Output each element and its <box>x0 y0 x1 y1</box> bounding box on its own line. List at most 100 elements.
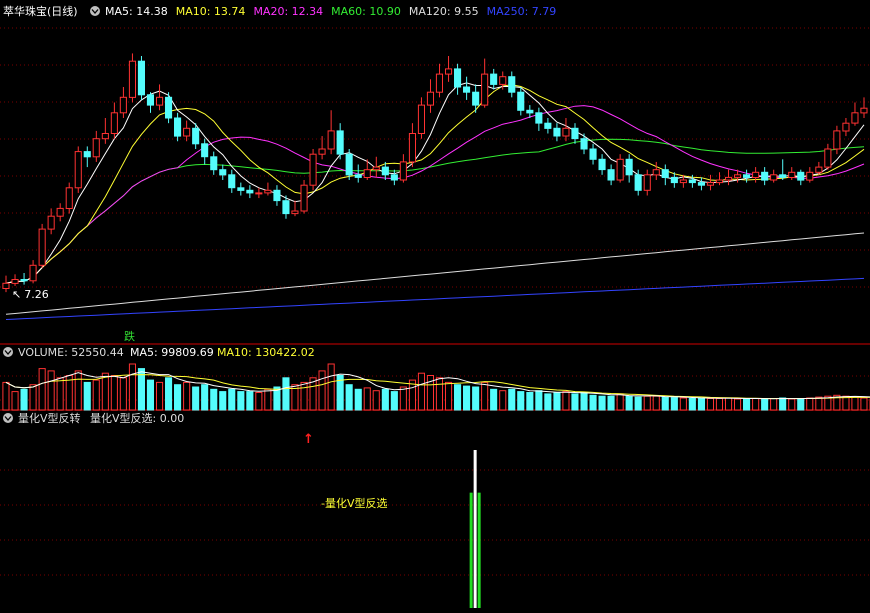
candle-body <box>381 166 389 176</box>
candle-body <box>652 169 660 176</box>
ma-legend-item: MA60: 10.90 <box>331 5 401 18</box>
signal-white-bar <box>473 450 477 608</box>
candle-body <box>463 86 471 93</box>
ma-legend-item: MA20: 12.34 <box>253 5 323 18</box>
volume-bar <box>435 377 443 411</box>
volume-bar <box>228 388 236 411</box>
candle-body <box>165 96 173 119</box>
volume-bar <box>372 390 380 411</box>
volume-bar <box>417 372 425 411</box>
volume-bar <box>725 397 733 411</box>
volume-bar <box>83 381 91 411</box>
volume-settings-icon[interactable] <box>3 347 13 357</box>
volume-bar <box>454 384 462 411</box>
candle-body <box>661 169 669 178</box>
volume-bar <box>192 386 200 411</box>
volume-bar <box>490 388 498 411</box>
candle-body <box>264 189 272 194</box>
candle-body <box>643 174 651 191</box>
candle-body <box>833 130 841 150</box>
candle-body <box>56 207 64 217</box>
volume-bar <box>562 391 570 411</box>
candle-body <box>842 122 850 132</box>
volume-bar <box>354 388 362 411</box>
candle-body <box>481 73 489 106</box>
main-settings-icon[interactable] <box>90 6 100 16</box>
candlesticks <box>2 53 868 293</box>
candle-body <box>399 161 407 181</box>
volume-bar <box>110 375 118 411</box>
volume-bars <box>2 363 870 411</box>
candle-body <box>670 176 678 184</box>
volume-bar <box>616 393 624 411</box>
candle-body <box>210 156 218 171</box>
indicator-value: 量化V型反选: 0.00 <box>90 411 184 425</box>
volume-bar <box>183 381 191 411</box>
volume-bar <box>842 395 850 411</box>
candle-body <box>363 169 371 178</box>
volume-bar <box>679 397 687 411</box>
ma60-line <box>5 138 865 284</box>
volume-bar <box>174 384 182 411</box>
grid-lines <box>0 27 870 576</box>
candle-body <box>146 94 154 106</box>
candle-body <box>83 151 91 158</box>
signal-green-bar <box>477 492 481 608</box>
candle-body <box>137 60 145 96</box>
volume-bar <box>2 381 10 411</box>
candle-body <box>65 187 73 210</box>
candle-body <box>282 200 290 215</box>
candle-body <box>101 133 109 140</box>
volume-bar <box>210 388 218 411</box>
candle-body <box>788 171 796 179</box>
stock-chart: 萃华珠宝(日线) MA5: 14.38 MA10: 13.74 MA20: 12.3… <box>0 4 870 608</box>
candle-body <box>228 174 236 189</box>
volume-bar <box>851 396 859 411</box>
volume-bar <box>146 379 154 411</box>
candle-body <box>580 138 588 150</box>
candle-body <box>318 148 326 155</box>
candle-body <box>74 151 82 189</box>
candle-body <box>598 158 606 171</box>
volume-bar <box>688 398 696 411</box>
moving-average-lines <box>5 82 865 320</box>
candle-body <box>11 279 19 284</box>
candle-body <box>697 182 706 186</box>
candle-body <box>517 91 525 111</box>
volume-bar <box>670 397 678 411</box>
candle-body <box>625 158 633 176</box>
candle-body <box>246 189 254 194</box>
volume-bar <box>517 391 525 411</box>
candle-body <box>616 158 624 181</box>
candle-body <box>472 91 480 106</box>
indicator-settings-icon[interactable] <box>3 413 13 423</box>
candle-body <box>183 127 191 137</box>
candle-body <box>110 112 118 135</box>
volume-bar <box>553 392 561 411</box>
volume-bar <box>797 398 805 411</box>
ma5-line <box>5 82 865 284</box>
volume-bar <box>634 396 642 411</box>
volume-bar <box>761 398 769 411</box>
volume-bar <box>345 384 353 411</box>
candle-body <box>679 179 687 184</box>
volume-bar <box>806 397 814 411</box>
ma-legend-item: MA250: 7.79 <box>487 5 557 18</box>
ma10-line <box>5 84 865 284</box>
candle-body <box>255 192 263 195</box>
volume-bar <box>300 381 308 411</box>
candle-body <box>535 112 543 124</box>
volume-bar <box>201 384 209 411</box>
candle-body <box>273 189 281 202</box>
volume-bar <box>526 392 534 411</box>
volume-bar <box>318 370 326 411</box>
volume-bar <box>607 395 615 411</box>
candle-body <box>571 127 579 140</box>
volume-bar <box>752 398 760 411</box>
volume-bar <box>779 397 787 411</box>
candle-body <box>354 174 362 178</box>
candle-body <box>499 76 507 85</box>
candle-body <box>47 215 55 230</box>
candle-body <box>435 73 443 93</box>
volume-bar <box>589 394 597 411</box>
